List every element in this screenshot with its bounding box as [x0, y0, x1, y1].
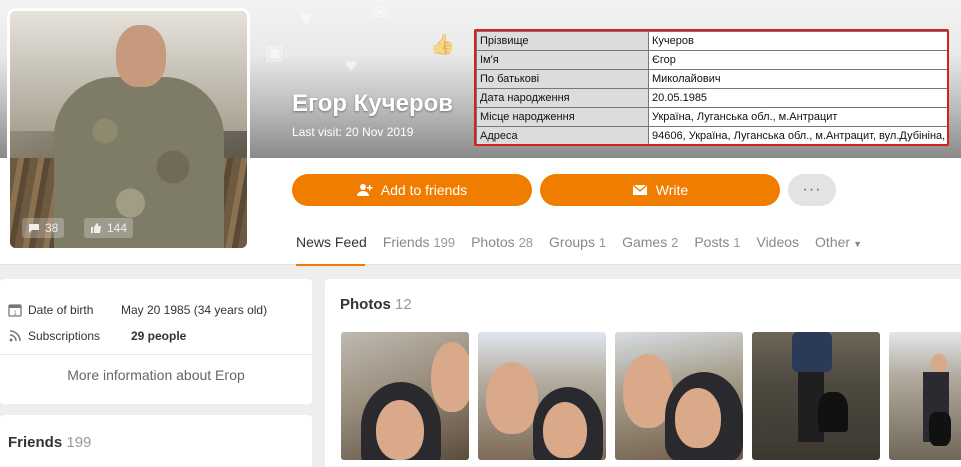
subscriptions-row: Subscriptions 29 people — [8, 329, 308, 343]
photo-thumbnail[interactable] — [889, 332, 961, 460]
photos-card: Photos 12 — [325, 279, 961, 467]
divider — [0, 264, 961, 265]
heart-icon: ♥ — [345, 55, 357, 77]
add-to-friends-button[interactable]: Add to friends — [292, 174, 532, 206]
about-card: 1 Date of birth May 20 1985 (34 years ol… — [0, 279, 312, 404]
tab-friends[interactable]: Friends 199 — [383, 234, 455, 250]
friends-heading[interactable]: Friends 199 — [8, 434, 91, 451]
like-icon — [91, 223, 101, 233]
info-key: По батькові — [476, 69, 649, 89]
chevron-down-icon: ▼ — [853, 239, 862, 249]
info-row: Місце народження Україна, Луганська обл.,… — [476, 107, 947, 127]
tab-games[interactable]: Games 2 — [622, 234, 678, 250]
write-button[interactable]: Write — [540, 174, 780, 206]
photo-icon: ▣ — [265, 42, 284, 64]
active-tab-indicator — [296, 264, 365, 266]
dob-row: 1 Date of birth May 20 1985 (34 years ol… — [8, 303, 308, 317]
friends-card: Friends 199 — [0, 415, 312, 467]
profile-tabs: News Feed Friends 199 Photos 28 Groups 1… — [296, 234, 878, 250]
add-user-icon — [356, 184, 373, 196]
more-actions-button[interactable]: ··· — [788, 174, 836, 206]
photo-thumbnail[interactable] — [341, 332, 469, 460]
info-key: Прізвище — [476, 31, 649, 51]
tab-other[interactable]: Other ▼ — [815, 234, 862, 250]
heart-icon: ♥ — [300, 8, 312, 30]
info-key: Ім'я — [476, 50, 649, 70]
tab-videos[interactable]: Videos — [756, 234, 799, 250]
avatar-comments[interactable]: 38 — [22, 218, 65, 238]
tab-news-feed[interactable]: News Feed — [296, 234, 367, 250]
personal-info-table: Прізвище Кучеров Ім'я Єгор По батькові Микола… — [474, 29, 949, 146]
tab-groups[interactable]: Groups 1 — [549, 234, 606, 250]
info-key: Дата народження — [476, 88, 649, 108]
chat-icon: ✉ — [372, 2, 389, 24]
tab-photos[interactable]: Photos 28 — [471, 234, 533, 250]
rss-icon — [9, 330, 21, 342]
avatar-face — [116, 25, 166, 87]
info-value: 94606, Україна, Луганська обл., м.Антрац… — [648, 126, 947, 144]
info-value: Єгор — [648, 50, 947, 70]
avatar-figure — [54, 77, 224, 248]
tab-posts[interactable]: Posts 1 — [694, 234, 740, 250]
info-value: 20.05.1985 — [648, 88, 947, 108]
avatar[interactable]: 38 144 — [10, 11, 247, 248]
divider — [0, 354, 312, 355]
info-key: Місце народження — [476, 107, 649, 127]
photos-heading[interactable]: Photos 12 — [340, 296, 412, 313]
envelope-icon — [632, 184, 648, 195]
info-row: Прізвище Кучеров — [476, 31, 947, 51]
info-value: Миколайович — [648, 69, 947, 89]
info-row: Адреса 94606, Україна, Луганська обл., м.… — [476, 126, 947, 144]
last-visit: Last visit: 20 Nov 2019 — [292, 125, 414, 139]
info-row: Дата народження 20.05.1985 — [476, 88, 947, 108]
calendar-icon: 1 — [8, 304, 22, 317]
profile-name: Егор Кучеров — [292, 90, 454, 117]
info-row: По батькові Миколайович — [476, 69, 947, 89]
info-row: Ім'я Єгор — [476, 50, 947, 70]
avatar-likes[interactable]: 144 — [84, 218, 134, 238]
like-icon: 👍 — [430, 34, 455, 56]
photo-thumbnail[interactable] — [615, 332, 743, 460]
info-key: Адреса — [476, 126, 649, 144]
photo-thumbnail[interactable] — [752, 332, 880, 460]
info-value: Україна, Луганська обл., м.Антрацит — [648, 107, 947, 127]
photo-thumbnail[interactable] — [478, 332, 606, 460]
subscriptions-link[interactable]: 29 people — [131, 329, 186, 343]
comment-icon — [29, 224, 39, 233]
info-value: Кучеров — [648, 31, 947, 51]
more-info-link[interactable]: More information about Егор — [0, 367, 312, 383]
